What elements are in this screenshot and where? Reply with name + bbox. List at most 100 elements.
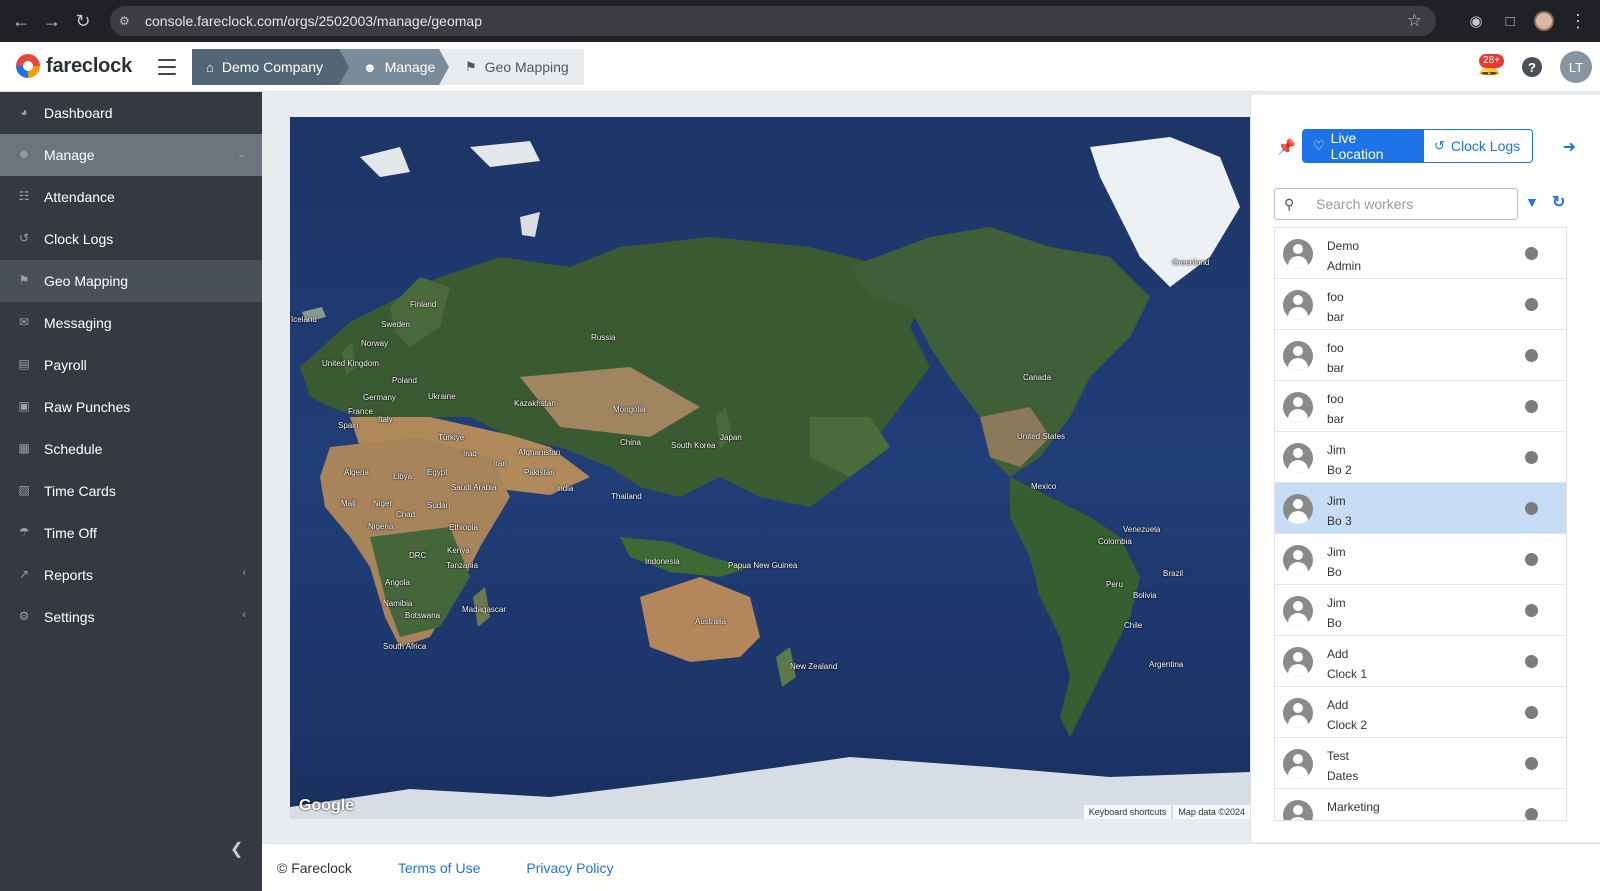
worker-row[interactable]: foo bar — [1275, 381, 1566, 432]
sidebar-item-geo-mapping[interactable]: ⚑ Geo Mapping — [0, 260, 262, 302]
map-icon: ⚑ — [18, 273, 30, 287]
map-country-label: South Africa — [383, 642, 427, 651]
worker-row[interactable]: Jim Bo — [1275, 585, 1566, 636]
pin-icon[interactable]: 📌 — [1277, 138, 1296, 156]
sidebar-item-clock-logs[interactable]: ↺ Clock Logs — [0, 218, 262, 260]
sidebar-item-label: Raw Punches — [44, 399, 131, 415]
worker-last-name: Bo 3 — [1327, 514, 1352, 528]
extension-shield-icon[interactable]: ◉ — [1460, 5, 1492, 37]
logo-text: fareclock — [46, 54, 133, 77]
map-country-label: Tanzania — [446, 561, 479, 570]
worker-row[interactable]: Test Dates — [1275, 738, 1566, 789]
notification-badge: 28+ — [1479, 54, 1504, 68]
worker-first-name: Add — [1327, 698, 1349, 712]
privacy-policy-link[interactable]: Privacy Policy — [526, 860, 613, 876]
user-avatar[interactable]: LT — [1560, 51, 1592, 83]
sidebar-item-label: Clock Logs — [44, 231, 114, 247]
fareclock-logo[interactable]: fareclock — [16, 54, 132, 78]
history-icon: ↺ — [1434, 138, 1445, 153]
collapse-sidebar-icon[interactable]: ❮ — [230, 839, 243, 859]
sidebar-item-time-cards[interactable]: ▧ Time Cards — [0, 470, 262, 512]
car-icon: ▣ — [18, 399, 30, 413]
sidebar-item-payroll[interactable]: ▤ Payroll — [0, 344, 262, 386]
forward-arrow-icon[interactable]: → — [41, 10, 63, 32]
sidebar-item-raw-punches[interactable]: ▣ Raw Punches — [0, 386, 262, 428]
status-dot — [1525, 298, 1538, 311]
table-icon: ▧ — [18, 483, 30, 497]
map-country-label: Algeria — [344, 468, 369, 477]
close-panel-icon[interactable]: ➜ — [1563, 137, 1576, 157]
profile-avatar[interactable] — [1528, 5, 1560, 37]
worker-row[interactable]: Marketing — [1275, 789, 1566, 820]
worker-row[interactable]: foo bar — [1275, 330, 1566, 381]
filter-icon[interactable]: ▼ — [1525, 194, 1539, 210]
user-avatar-icon — [1283, 800, 1313, 820]
map-country-label: Iceland — [291, 315, 317, 324]
worker-row[interactable]: Demo Admin — [1275, 228, 1566, 279]
hamburger-menu-icon[interactable] — [158, 59, 176, 75]
worker-name: Test Dates — [1327, 746, 1358, 786]
sidebar-item-messaging[interactable]: ✉ Messaging — [0, 302, 262, 344]
bookmark-star-icon[interactable]: ☆ — [1407, 11, 1422, 31]
chat-icon: ✉ — [18, 315, 30, 329]
reload-icon[interactable]: ↻ — [72, 10, 94, 32]
search-field[interactable]: ⚲ — [1274, 188, 1518, 220]
breadcrumb: ⌂ Demo Company ☻ Manage ⚑ Geo Mapping — [192, 49, 584, 85]
worker-name: foo bar — [1327, 389, 1344, 429]
map-country-label: Greenland — [1172, 258, 1210, 267]
map-country-label: Mexico — [1031, 482, 1057, 491]
worker-first-name: foo — [1327, 392, 1344, 406]
terms-of-use-link[interactable]: Terms of Use — [398, 860, 480, 876]
worker-name: Demo Admin — [1327, 236, 1361, 276]
map-country-label: China — [620, 438, 641, 447]
sidebar-item-dashboard[interactable]: ◕ Dashboard — [0, 92, 262, 134]
status-dot — [1525, 400, 1538, 413]
status-dot — [1525, 604, 1538, 617]
extensions-puzzle-icon[interactable]: □ — [1494, 5, 1526, 37]
worker-row[interactable]: foo bar — [1275, 279, 1566, 330]
sidebar-item-reports[interactable]: ↗ Reports ‹ — [0, 554, 262, 596]
breadcrumb-label: Geo Mapping — [484, 59, 569, 75]
refresh-icon[interactable]: ↻ — [1552, 192, 1565, 212]
sidebar-item-manage[interactable]: ☻ Manage ⌄ — [0, 134, 262, 176]
chevron-down-icon: ⌄ — [236, 148, 246, 160]
sidebar-item-attendance[interactable]: ☷ Attendance — [0, 176, 262, 218]
map-country-label: United States — [1017, 432, 1066, 441]
worker-row[interactable]: Add Clock 1 — [1275, 636, 1566, 687]
map-country-label: United Kingdom — [322, 359, 379, 368]
worker-last-name: Bo — [1327, 616, 1342, 630]
worker-last-name: Bo 2 — [1327, 463, 1352, 477]
breadcrumb-label: Demo Company — [221, 59, 324, 75]
worker-row[interactable]: Jim Bo 2 — [1275, 432, 1566, 483]
sidebar-item-label: Attendance — [44, 189, 115, 205]
browser-menu-icon[interactable]: ⋮ — [1562, 5, 1594, 37]
map-country-label: Norway — [361, 339, 389, 348]
help-icon[interactable]: ? — [1522, 57, 1542, 77]
site-settings-icon[interactable]: ⚙ — [119, 14, 137, 28]
map-country-label: Niger — [373, 499, 393, 508]
google-logo[interactable]: Google — [299, 797, 354, 815]
sidebar-item-settings[interactable]: ⚙ Settings ‹ — [0, 596, 262, 638]
umbrella-icon: ☂ — [18, 525, 30, 539]
worker-row[interactable]: Jim Bo 3 — [1275, 483, 1566, 534]
map-country-label: Libya — [393, 472, 413, 481]
live-location-button[interactable]: ♡ Live Location — [1302, 129, 1423, 163]
breadcrumb-geo-mapping: ⚑ Geo Mapping — [439, 49, 584, 85]
worker-first-name: Add — [1327, 647, 1349, 661]
sidebar-item-schedule[interactable]: ▦ Schedule — [0, 428, 262, 470]
clock-logs-button[interactable]: ↺ Clock Logs — [1423, 129, 1533, 163]
sidebar-item-time-off[interactable]: ☂ Time Off — [0, 512, 262, 554]
worker-row[interactable]: Jim Bo — [1275, 534, 1566, 585]
worker-name: Jim Bo — [1327, 542, 1346, 582]
user-avatar-icon — [1283, 341, 1313, 371]
worker-row[interactable]: Add Clock 2 — [1275, 687, 1566, 738]
map-country-label: India — [556, 484, 574, 493]
address-bar[interactable]: ⚙ console.fareclock.com/orgs/2502003/man… — [110, 6, 1436, 36]
back-arrow-icon[interactable]: ← — [10, 10, 32, 32]
search-input[interactable] — [1316, 196, 1506, 212]
sidebar-item-label: Payroll — [44, 357, 87, 373]
url-text[interactable]: console.fareclock.com/orgs/2502003/manag… — [145, 13, 482, 29]
breadcrumb-manage[interactable]: ☻ Manage — [339, 49, 449, 85]
keyboard-shortcuts-link[interactable]: Keyboard shortcuts — [1083, 805, 1172, 819]
breadcrumb-demo-company[interactable]: ⌂ Demo Company — [192, 49, 349, 85]
